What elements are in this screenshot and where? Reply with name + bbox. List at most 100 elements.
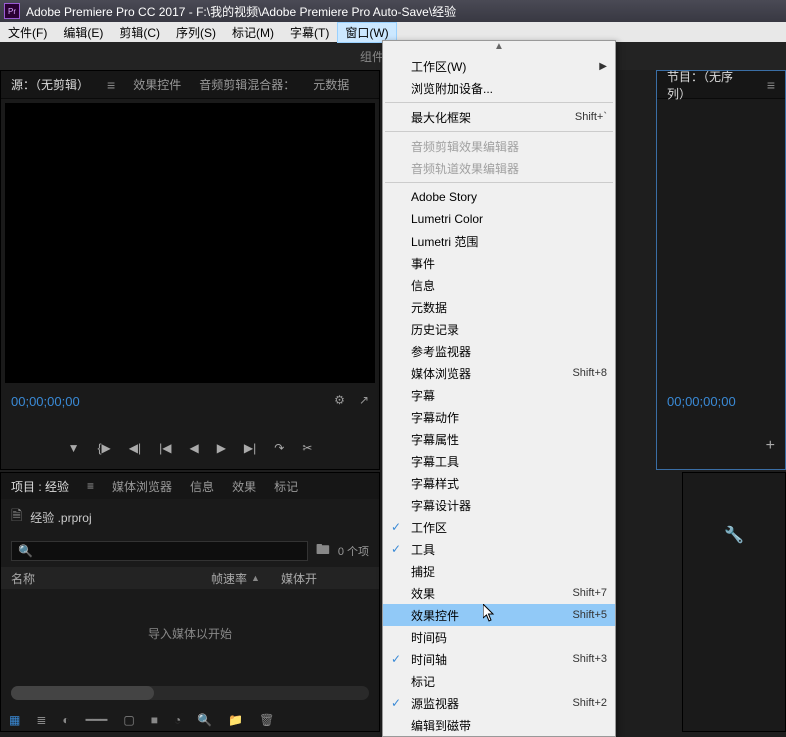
automate-icon[interactable]: ▢ bbox=[123, 713, 134, 727]
play-backward-icon[interactable]: ◀ bbox=[189, 441, 198, 455]
project-tab-info[interactable]: 信息 bbox=[190, 478, 214, 495]
step-forward-icon[interactable]: ▶| bbox=[244, 441, 256, 455]
menu-item[interactable]: ✓工具 bbox=[383, 538, 615, 560]
menu-item[interactable]: 参考监视器 bbox=[383, 340, 615, 362]
menu-marker[interactable]: 标记(M) bbox=[224, 22, 282, 43]
menu-item-label: 字幕动作 bbox=[411, 409, 459, 426]
menu-item-label: 编辑到磁带 bbox=[411, 717, 471, 734]
scrollbar-thumb[interactable] bbox=[11, 686, 154, 700]
marker-dropdown-icon[interactable]: ▼ bbox=[68, 441, 80, 455]
menu-item[interactable]: 媒体浏览器Shift+8 bbox=[383, 362, 615, 384]
menu-item[interactable]: 字幕 bbox=[383, 384, 615, 406]
sort-asc-icon: ▲ bbox=[251, 573, 260, 583]
item-count-label: 0 个项 bbox=[338, 543, 369, 559]
menu-shortcut: Shift+2 bbox=[572, 697, 607, 709]
project-tab-effects[interactable]: 效果 bbox=[232, 478, 256, 495]
panel-menu-icon[interactable]: ≡ bbox=[107, 77, 115, 93]
export-frame-icon[interactable]: ↗ bbox=[359, 393, 369, 407]
menu-item[interactable]: 字幕属性 bbox=[383, 428, 615, 450]
source-tab-audio-mixer[interactable]: 音频剪辑混合器： bbox=[199, 76, 295, 93]
menu-item[interactable]: Lumetri Color bbox=[383, 208, 615, 230]
col-framerate[interactable]: 帧速率▲ bbox=[211, 570, 281, 587]
col-name[interactable]: 名称 bbox=[11, 570, 211, 587]
menu-item[interactable]: 字幕工具 bbox=[383, 450, 615, 472]
menu-item[interactable]: 元数据 bbox=[383, 296, 615, 318]
menu-shortcut: Shift+7 bbox=[572, 587, 607, 599]
add-button-icon[interactable]: + bbox=[766, 437, 775, 455]
submenu-arrow-icon: ▶ bbox=[599, 61, 607, 72]
menu-title[interactable]: 字幕(T) bbox=[282, 22, 337, 43]
menu-item-label: 字幕设计器 bbox=[411, 497, 471, 514]
menu-item[interactable]: 捕捉 bbox=[383, 560, 615, 582]
menu-item: 音频剪辑效果编辑器 bbox=[383, 135, 615, 157]
check-icon: ✓ bbox=[391, 652, 401, 666]
menu-clip[interactable]: 剪辑(C) bbox=[111, 22, 168, 43]
project-search-input[interactable]: 🔍 bbox=[11, 541, 308, 561]
source-tab-source[interactable]: 源：（无剪辑） bbox=[11, 76, 89, 93]
menu-item[interactable]: 时间码 bbox=[383, 626, 615, 648]
menu-item[interactable]: 信息 bbox=[383, 274, 615, 296]
wrench-icon[interactable]: 🔧 bbox=[724, 525, 744, 545]
menu-item[interactable]: ✓源监视器Shift+2 bbox=[383, 692, 615, 714]
trash-icon[interactable]: 🗑 bbox=[259, 713, 274, 727]
window-menu-dropdown: ▲ 工作区(W)▶浏览附加设备...最大化框架Shift+`音频剪辑效果编辑器音… bbox=[382, 40, 616, 737]
menu-item[interactable]: 浏览附加设备... bbox=[383, 77, 615, 99]
menu-file[interactable]: 文件(F) bbox=[0, 22, 55, 43]
new-bin-icon[interactable]: 🖿 bbox=[316, 539, 330, 563]
step-back-icon[interactable]: ◀| bbox=[129, 441, 141, 455]
go-to-in-icon[interactable]: |◀ bbox=[159, 441, 171, 455]
menu-item[interactable]: 最大化框架Shift+` bbox=[383, 106, 615, 128]
play-icon[interactable]: ▶ bbox=[217, 441, 226, 455]
project-tab-markers[interactable]: 标记 bbox=[274, 478, 298, 495]
zoom-slider[interactable]: ━━━ bbox=[86, 713, 108, 727]
horizontal-scrollbar[interactable] bbox=[11, 686, 369, 700]
new-item-icon[interactable]: ◔ bbox=[174, 713, 181, 727]
menu-item[interactable]: 标记 bbox=[383, 670, 615, 692]
menu-scroll-up-icon[interactable]: ▲ bbox=[383, 41, 615, 55]
icon-view-icon[interactable]: ≣ bbox=[36, 713, 46, 727]
menu-item[interactable]: 字幕设计器 bbox=[383, 494, 615, 516]
project-tab-project[interactable]: 项目 : 经验 bbox=[11, 478, 69, 495]
menu-item[interactable]: 字幕动作 bbox=[383, 406, 615, 428]
project-column-headers: 名称 帧速率▲ 媒体开 bbox=[1, 567, 379, 589]
menu-item-label: 音频剪辑效果编辑器 bbox=[411, 138, 519, 155]
panel-menu-icon[interactable]: ≡ bbox=[767, 77, 775, 93]
source-timecode[interactable]: 00;00;00;00 bbox=[11, 394, 80, 409]
empty-media-hint: 导入媒体以开始 bbox=[1, 589, 379, 678]
menu-item[interactable]: 效果控件Shift+5 bbox=[383, 604, 615, 626]
settings-icon[interactable]: ⚙ bbox=[334, 393, 345, 407]
insert-icon[interactable]: {▶ bbox=[97, 441, 110, 455]
menu-sequence[interactable]: 序列(S) bbox=[168, 22, 224, 43]
workspace-tab-component[interactable]: 组件 bbox=[360, 48, 384, 65]
find-icon[interactable]: ■ bbox=[151, 713, 158, 727]
source-tab-metadata[interactable]: 元数据 bbox=[313, 76, 349, 93]
menu-item[interactable]: 工作区(W)▶ bbox=[383, 55, 615, 77]
menu-edit[interactable]: 编辑(E) bbox=[55, 22, 111, 43]
app-logo: Pr bbox=[4, 3, 20, 19]
tools-panel: 🔧 bbox=[682, 472, 786, 732]
project-search-row: 🔍 🖿 0 个项 bbox=[1, 535, 379, 567]
menu-item[interactable]: 效果Shift+7 bbox=[383, 582, 615, 604]
project-tab-media-browser[interactable]: 媒体浏览器 bbox=[112, 478, 172, 495]
program-timecode[interactable]: 00;00;00;00 bbox=[667, 394, 736, 409]
panel-menu-icon[interactable]: ≡ bbox=[87, 479, 94, 493]
search-icon[interactable]: 🔍 bbox=[197, 713, 212, 727]
menu-item-label: 捕捉 bbox=[411, 563, 435, 580]
loop-icon[interactable]: ↷ bbox=[274, 441, 284, 455]
freeform-view-icon[interactable]: ◐ bbox=[62, 713, 69, 727]
menu-item[interactable]: Lumetri 范围 bbox=[383, 230, 615, 252]
program-panel-header: 节目：（无序列） ≡ bbox=[657, 71, 785, 99]
menu-item[interactable]: Adobe Story bbox=[383, 186, 615, 208]
list-view-icon[interactable]: ▦ bbox=[9, 713, 20, 727]
col-media-start[interactable]: 媒体开 bbox=[281, 570, 369, 587]
new-bin-icon[interactable]: 📁 bbox=[228, 713, 243, 727]
program-tab-title[interactable]: 节目：（无序列） bbox=[667, 68, 749, 102]
menu-item[interactable]: ✓工作区 bbox=[383, 516, 615, 538]
menu-item[interactable]: ✓时间轴Shift+3 bbox=[383, 648, 615, 670]
razor-icon[interactable]: ✂ bbox=[302, 441, 312, 455]
program-monitor-panel: 节目：（无序列） ≡ 00;00;00;00 + bbox=[656, 70, 786, 470]
menu-item[interactable]: 历史记录 bbox=[383, 318, 615, 340]
source-tab-effect-controls[interactable]: 效果控件 bbox=[133, 76, 181, 93]
menu-item[interactable]: 事件 bbox=[383, 252, 615, 274]
menu-item[interactable]: 字幕样式 bbox=[383, 472, 615, 494]
